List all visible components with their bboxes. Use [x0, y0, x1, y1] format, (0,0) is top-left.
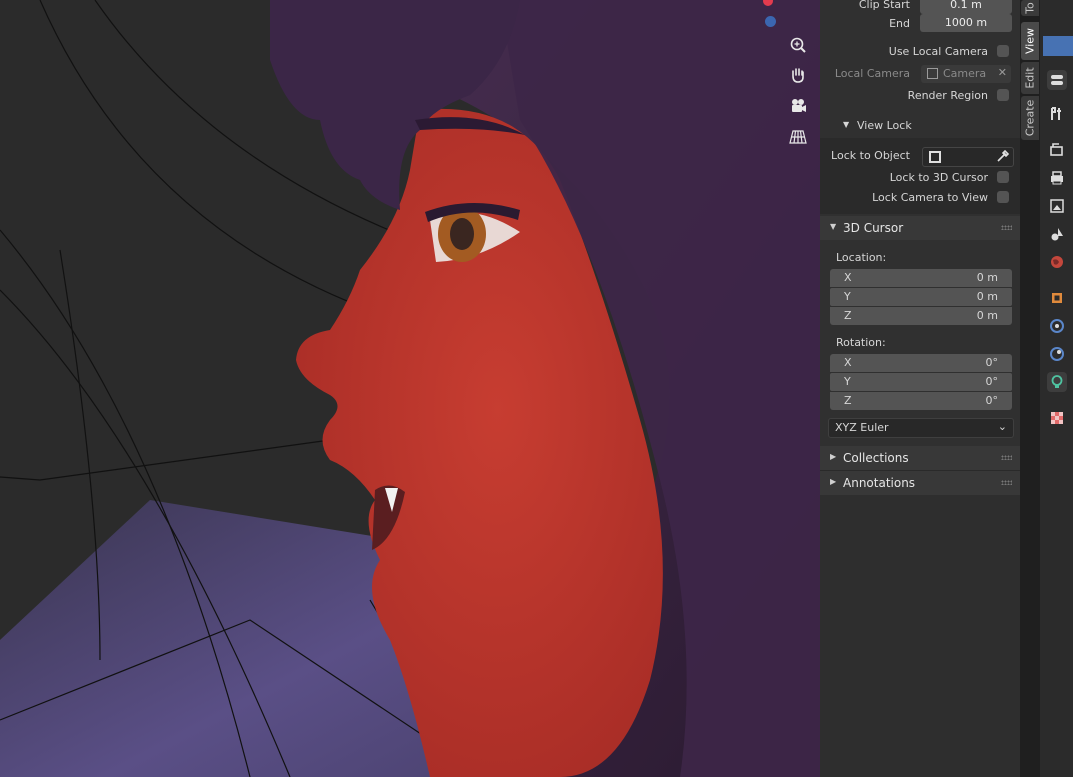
clip-start-label: Clip Start — [858, 0, 910, 11]
properties-editor-strip — [1040, 0, 1073, 777]
object-data-light-icon[interactable] — [1047, 372, 1067, 392]
rotation-x-field[interactable]: X 0° — [830, 354, 1012, 372]
lock-to-3d-cursor-row: Lock to 3D Cursor — [820, 168, 1020, 188]
texture-icon[interactable] — [1047, 408, 1067, 428]
axis-label: Z — [844, 309, 852, 322]
3d-cursor-panel-header[interactable]: ▼ 3D Cursor — [820, 216, 1020, 240]
lock-to-3d-cursor-checkbox[interactable] — [997, 171, 1009, 183]
clear-x-icon[interactable]: ✕ — [998, 66, 1007, 79]
zoom-icon[interactable] — [787, 34, 809, 56]
local-camera-value: Camera — [943, 67, 987, 80]
render-region-label: Render Region — [907, 89, 988, 102]
scene-icon[interactable] — [1047, 224, 1067, 244]
lock-camera-to-view-row: Lock Camera to View — [820, 188, 1020, 208]
axis-label: Y — [844, 290, 851, 303]
annotations-title: Annotations — [843, 476, 916, 490]
axis-value: 0 m — [976, 271, 998, 284]
rotation-y-field[interactable]: Y 0° — [830, 373, 1012, 391]
expand-triangle-icon: ▼ — [843, 120, 850, 129]
sidebar-tabs: To View Edit Create — [1020, 0, 1040, 777]
use-local-camera-row: Use Local Camera — [820, 42, 1020, 62]
axis-value: 0° — [985, 394, 999, 407]
location-x-field[interactable]: X 0 m — [830, 269, 1012, 287]
header-accent — [1043, 36, 1073, 56]
render-icon[interactable] — [1047, 140, 1067, 160]
render-region-checkbox[interactable] — [997, 89, 1009, 101]
object-icon — [929, 151, 941, 163]
drag-grip-icon[interactable] — [1001, 455, 1012, 460]
axis-label: Y — [844, 375, 851, 388]
lock-to-3d-cursor-label: Lock to 3D Cursor — [889, 171, 988, 184]
rotation-mode-value: XYZ Euler — [835, 421, 889, 434]
axis-value: 0 m — [976, 309, 998, 322]
eyedropper-icon[interactable] — [995, 148, 1010, 167]
tool-icon[interactable] — [1047, 104, 1067, 124]
local-camera-label: Local Camera — [834, 67, 910, 80]
axis-label: X — [844, 271, 852, 284]
clip-start-field[interactable]: 0.1 m — [920, 0, 1012, 14]
local-camera-field[interactable]: Camera ✕ — [921, 65, 1011, 83]
collapsed-triangle-icon: ▶ — [830, 477, 837, 486]
axis-label: X — [844, 356, 852, 369]
clip-end-label: End — [889, 17, 910, 30]
tab-label: View — [1023, 27, 1037, 55]
local-camera-row: Local Camera Camera ✕ — [820, 64, 1020, 84]
use-local-camera-label: Use Local Camera — [888, 45, 988, 58]
view-lock-title: View Lock — [857, 119, 912, 132]
clip-end-field[interactable]: 1000 m — [920, 14, 1012, 32]
lock-camera-to-view-checkbox[interactable] — [997, 191, 1009, 203]
view-lock-header[interactable]: ▼ View Lock — [820, 116, 1020, 136]
axis-value: 0° — [985, 356, 999, 369]
viewport-render — [0, 0, 820, 777]
display-toggle-icon[interactable] — [1047, 70, 1067, 90]
lock-camera-to-view-label: Lock Camera to View — [872, 191, 988, 204]
lock-to-object-label: Lock to Object — [831, 149, 910, 162]
axis-label: Z — [844, 394, 852, 407]
annotations-panel-header[interactable]: ▶ Annotations — [820, 470, 1020, 495]
modifier-icon[interactable] — [1047, 316, 1067, 336]
clip-end-row: End 1000 m — [820, 14, 1020, 34]
location-z-field[interactable]: Z 0 m — [830, 307, 1012, 325]
lock-to-object-field[interactable] — [922, 147, 1014, 167]
axis-value: 0° — [985, 375, 999, 388]
output-icon[interactable] — [1047, 168, 1067, 188]
tab-create[interactable]: Create — [1021, 96, 1039, 140]
3d-viewport[interactable] — [0, 0, 820, 777]
drag-grip-icon[interactable] — [1001, 225, 1012, 230]
collections-title: Collections — [843, 451, 909, 465]
chevron-down-icon: ⌄ — [997, 420, 1007, 433]
view-layer-icon[interactable] — [1047, 196, 1067, 216]
collections-panel-header[interactable]: ▶ Collections — [820, 446, 1020, 470]
camera-view-icon[interactable] — [787, 95, 809, 117]
sidebar-n-panel: Clip Start 0.1 m End 1000 m Use Local Ca… — [820, 0, 1020, 495]
rotation-mode-select[interactable]: XYZ Euler ⌄ — [828, 418, 1014, 438]
location-y-field[interactable]: Y 0 m — [830, 288, 1012, 306]
render-region-row: Render Region — [820, 86, 1020, 106]
collapsed-triangle-icon: ▶ — [830, 452, 837, 461]
rotation-z-field[interactable]: Z 0° — [830, 392, 1012, 410]
tab-edit[interactable]: Edit — [1021, 62, 1039, 94]
object-properties-icon[interactable] — [1047, 288, 1067, 308]
3d-cursor-title: 3D Cursor — [843, 221, 904, 235]
perspective-grid-icon[interactable] — [787, 126, 809, 148]
gizmo-y-axis-dot[interactable] — [765, 16, 776, 27]
drag-grip-icon[interactable] — [1001, 480, 1012, 485]
use-local-camera-checkbox[interactable] — [997, 45, 1009, 57]
axis-value: 0 m — [976, 290, 998, 303]
tab-label: Edit — [1023, 67, 1037, 89]
world-icon[interactable] — [1047, 252, 1067, 272]
tab-label: To — [1023, 2, 1037, 14]
rotation-label: Rotation: — [836, 336, 886, 349]
object-icon — [927, 68, 938, 79]
clip-start-row: Clip Start 0.1 m — [820, 0, 1020, 15]
hand-pan-icon[interactable] — [787, 64, 809, 86]
lock-to-object-row: Lock to Object — [820, 146, 1020, 167]
tab-view[interactable]: View — [1021, 22, 1039, 60]
particles-icon[interactable] — [1047, 344, 1067, 364]
tab-label: Create — [1023, 99, 1037, 137]
location-label: Location: — [836, 251, 887, 264]
expand-triangle-icon: ▼ — [830, 222, 837, 231]
tab-tool[interactable]: To — [1021, 0, 1039, 16]
